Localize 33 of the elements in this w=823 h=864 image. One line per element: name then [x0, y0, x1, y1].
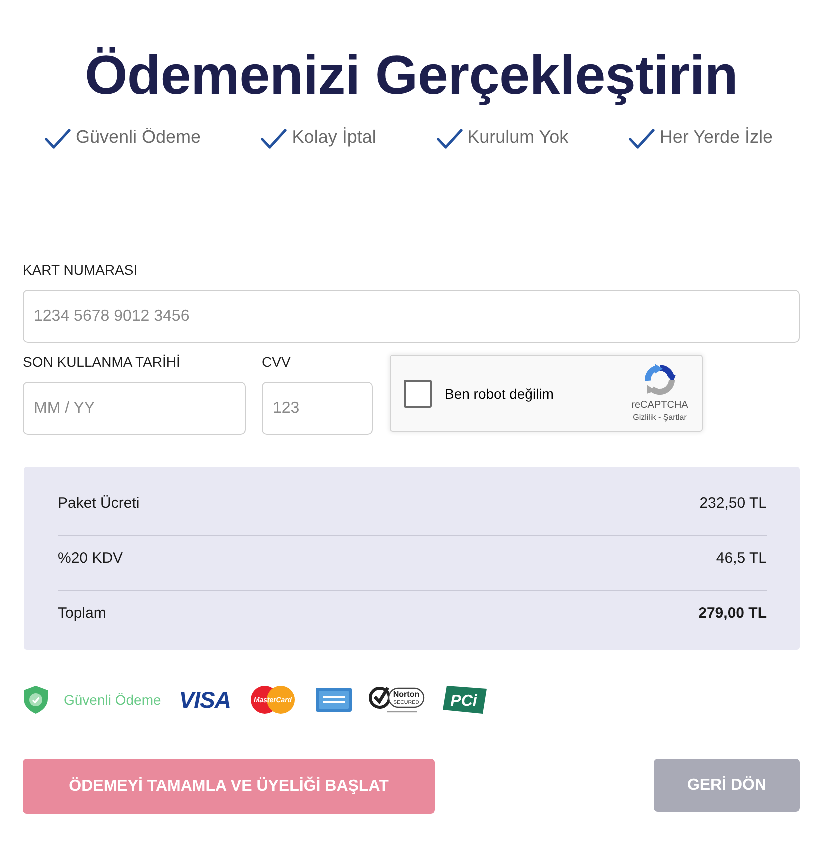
circular-arrows-icon: [644, 364, 676, 396]
field-label: CVV: [262, 353, 292, 371]
card-logo-icon: [316, 688, 352, 712]
check-icon: [628, 129, 655, 149]
privacy-terms-links[interactable]: Gizlilik - Şartlar: [633, 412, 687, 423]
summary-label: Paket Ücreti: [58, 495, 140, 513]
secure-payment-label: Güvenli Ödeme: [64, 692, 162, 708]
card-number-field[interactable]: 1234 5678 9012 3456: [23, 290, 800, 343]
field-label: KART NUMARASI: [23, 261, 139, 279]
feature-label: Her Yerde İzle: [660, 126, 773, 148]
complete-payment-button[interactable]: ÖDEMEYİ TAMAMLA VE ÜYELİĞİ BAŞLAT: [23, 759, 435, 814]
visa-logo: VISA: [179, 688, 231, 712]
summary-value: 46,5 TL: [716, 550, 767, 568]
back-button[interactable]: GERİ DÖN: [654, 759, 800, 812]
captcha-brand: reCAPTCHA: [632, 400, 688, 412]
page-title: Ödemenizi Gerçekleştirin: [84, 44, 740, 106]
check-icon: [45, 129, 71, 149]
check-icon: [261, 129, 288, 149]
field-label: SON KULLANMA TARİHİ: [23, 353, 182, 371]
feature-label: Kurulum Yok: [468, 126, 569, 148]
feature-label: Kolay İptal: [292, 126, 376, 148]
pci-logo: PCi: [442, 686, 487, 714]
summary-label: %20 KDV: [58, 550, 124, 568]
check-icon: [436, 129, 463, 149]
captcha-label: Ben robot değilim: [445, 386, 555, 402]
summary-value: 232,50 TL: [700, 495, 767, 513]
summary-label: Toplam: [58, 605, 106, 623]
shield-check-icon: [24, 686, 48, 714]
summary-value: 279,00 TL: [698, 605, 767, 623]
feature-label: Güvenli Ödeme: [76, 126, 202, 148]
cvv-field[interactable]: 123: [262, 382, 373, 435]
captcha-checkbox[interactable]: [404, 380, 432, 408]
expiry-field[interactable]: MM / YY: [23, 382, 246, 435]
